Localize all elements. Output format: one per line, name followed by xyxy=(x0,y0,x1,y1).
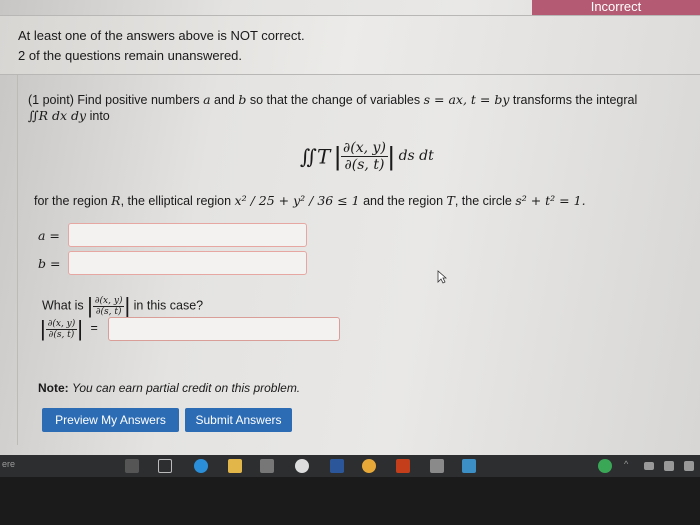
submit-answers-button[interactable]: Submit Answers xyxy=(185,408,292,432)
equals-sign: = xyxy=(90,321,98,336)
problem-statement: (1 point) Find positive numbers a and b … xyxy=(28,92,637,107)
task-view-icon[interactable] xyxy=(158,459,172,473)
note-text: You can earn partial credit on this prob… xyxy=(72,381,301,395)
integral-over-R: ∬R dx dy xyxy=(28,108,87,123)
problem-intro: (1 point) Find positive numbers xyxy=(28,93,200,107)
abs-bar-right: | xyxy=(387,141,395,171)
q-abs-right: | xyxy=(124,293,131,318)
transformed-integral: ∬T | ∂(x, y) ∂(s, t) | ds dt xyxy=(300,140,434,173)
store-icon[interactable] xyxy=(260,459,274,473)
region-description: for the region R, the elliptical region … xyxy=(34,193,586,208)
abs-bar-left: | xyxy=(334,141,342,171)
transforms-text: transforms the integral xyxy=(512,93,638,107)
warning-message-1: At least one of the answers above is NOT… xyxy=(18,28,305,43)
chrome-icon[interactable] xyxy=(362,459,376,473)
problem-intro-end: so that the change of variables xyxy=(249,93,421,107)
taskbar-search-text[interactable]: ere xyxy=(2,459,15,469)
warning-message-2: 2 of the questions remain unanswered. xyxy=(18,48,243,63)
q-jacobian-num: ∂(x, y) xyxy=(92,295,125,307)
in-this-case-text: in this case? xyxy=(133,298,204,313)
jacobian-numerator: ∂(x, y) xyxy=(341,140,388,157)
help-icon[interactable] xyxy=(598,459,612,473)
mic-icon[interactable] xyxy=(125,459,139,473)
q-jacobian-den: ∂(s, t) xyxy=(95,306,122,317)
q-jacobian-fraction: ∂(x, y) ∂(s, t) xyxy=(92,295,125,317)
b-label: b = xyxy=(38,256,61,271)
powerpoint-icon[interactable] xyxy=(396,459,410,473)
a-jacobian-fraction: ∂(x, y) ∂(s, t) xyxy=(45,318,78,340)
integral-over-T: ∬T xyxy=(300,144,331,169)
app-r-icon[interactable] xyxy=(462,459,476,473)
jacobian-answer-label: | ∂(x, y) ∂(s, t) | = xyxy=(40,316,98,342)
var-a: a xyxy=(203,92,211,107)
problem-statement-line2: ∬R dx dy into xyxy=(28,108,110,123)
var-b: b xyxy=(238,92,247,107)
taskbar: ere ^ xyxy=(0,455,700,477)
into-text: into xyxy=(89,109,110,123)
note-label: Note: xyxy=(38,381,69,395)
circle-equation: s² + t² = 1. xyxy=(515,193,586,208)
edge-browser-icon[interactable] xyxy=(194,459,208,473)
a-input[interactable] xyxy=(68,223,307,247)
a-jacobian-num: ∂(x, y) xyxy=(45,318,78,330)
word-icon[interactable] xyxy=(330,459,344,473)
a-label: a = xyxy=(38,228,60,243)
a-jacobian-den: ∂(s, t) xyxy=(48,329,75,340)
note: Note: You can earn partial credit on thi… xyxy=(38,381,300,395)
b-input[interactable] xyxy=(68,251,307,275)
region-T: T xyxy=(446,193,455,208)
what-is-text: What is xyxy=(42,298,84,313)
ellipse-inequality: x² / 25 + y² / 36 ≤ 1 xyxy=(234,193,360,208)
preview-answers-button[interactable]: Preview My Answers xyxy=(42,408,179,432)
wifi-icon[interactable] xyxy=(664,461,674,471)
browser-viewport: Incorrect At least one of the answers ab… xyxy=(0,0,700,455)
transform-equation: s = ax, t = by xyxy=(423,92,510,107)
warning-message-box: At least one of the answers above is NOT… xyxy=(0,15,700,75)
chevron-up-icon[interactable]: ^ xyxy=(624,459,628,469)
jacobian-input[interactable] xyxy=(108,317,340,341)
a-abs-right: | xyxy=(77,316,83,341)
jacobian-denominator: ∂(s, t) xyxy=(344,157,385,173)
region-R: R xyxy=(111,193,121,208)
mouse-cursor-icon xyxy=(437,270,447,284)
region-text-1: for the region xyxy=(34,194,108,208)
file-explorer-icon[interactable] xyxy=(228,459,242,473)
and-text: and xyxy=(214,93,235,107)
region-text-4: , the circle xyxy=(454,194,512,208)
region-text-2: , the elliptical region xyxy=(120,194,232,208)
region-text-3: and the region xyxy=(363,194,444,208)
volume-icon[interactable] xyxy=(684,461,694,471)
ds-dt: ds dt xyxy=(398,148,434,165)
hp-icon[interactable] xyxy=(295,459,309,473)
jacobian-fraction: ∂(x, y) ∂(s, t) xyxy=(341,140,388,173)
battery-icon[interactable] xyxy=(644,462,654,470)
app-cube-icon[interactable] xyxy=(430,459,444,473)
